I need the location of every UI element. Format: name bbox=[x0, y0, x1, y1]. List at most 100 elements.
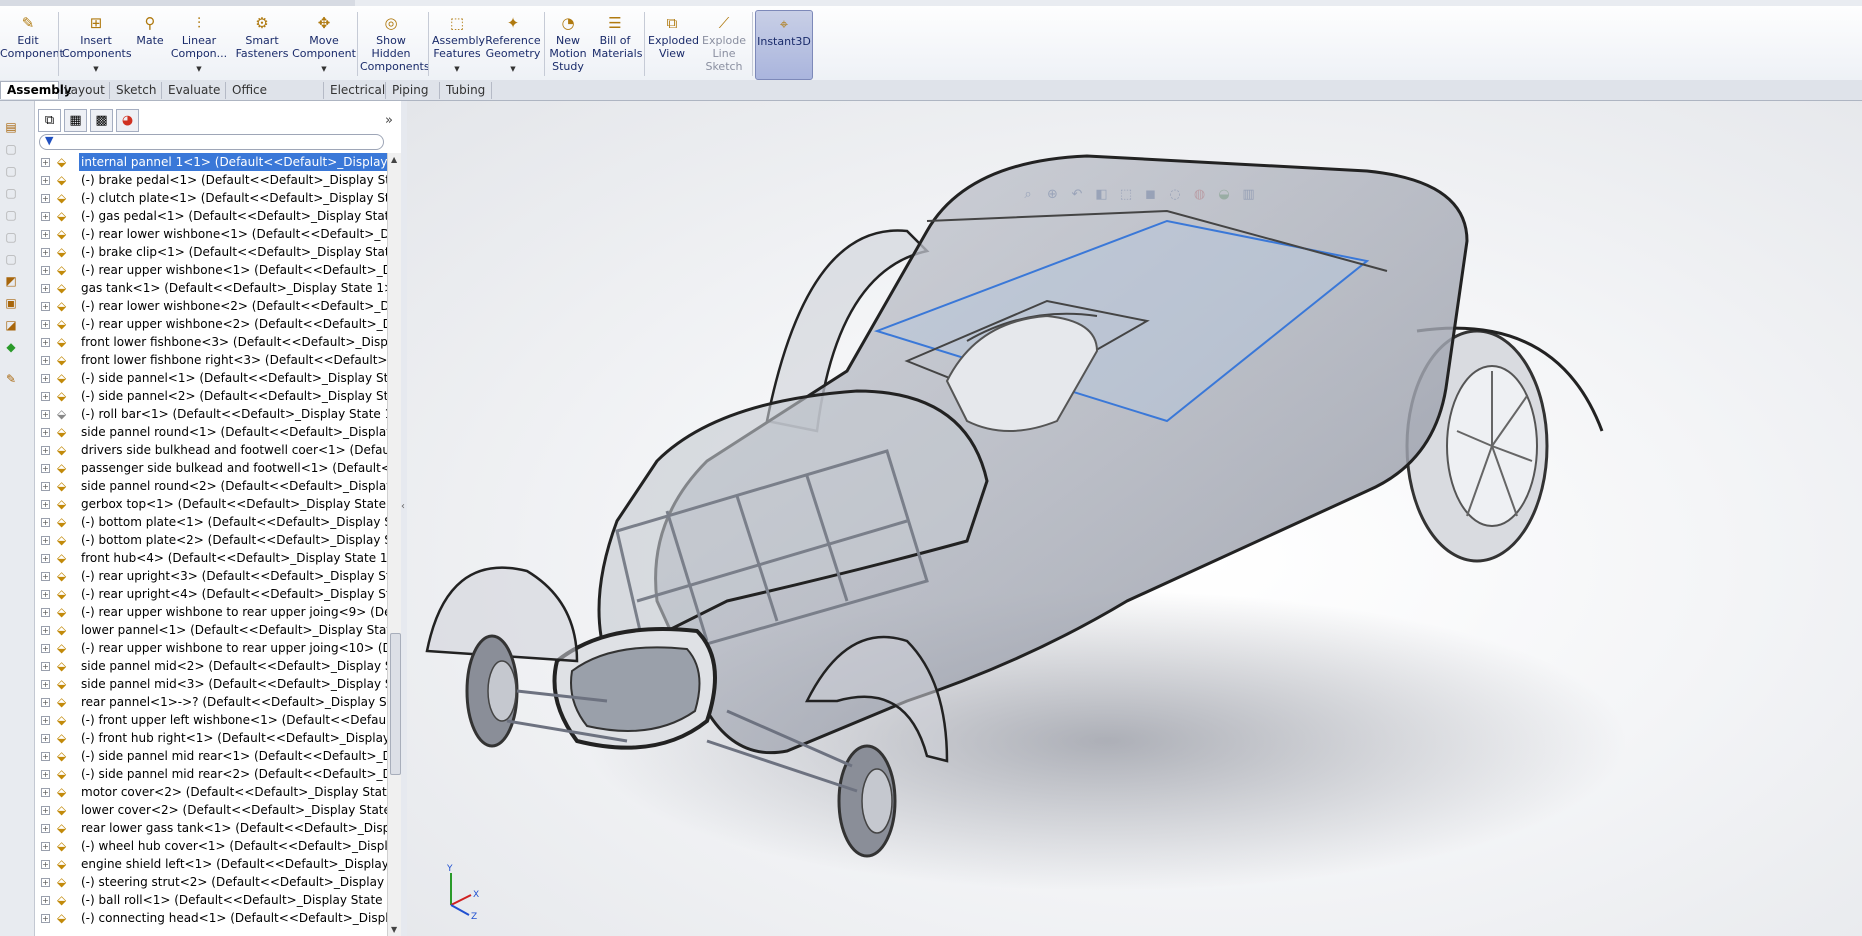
tree-item[interactable]: + ⬙ gerbox top<1> (Default<<Default>_Displ… bbox=[35, 495, 387, 513]
expand-icon[interactable]: + bbox=[41, 626, 50, 635]
tree-item[interactable]: + ⬙ (-) side pannel mid rear<1> (Default<<… bbox=[35, 747, 387, 765]
dropdown-arrow-icon[interactable]: ▼ bbox=[196, 63, 201, 76]
feature-tree-tab-icon[interactable]: ⧉ bbox=[38, 109, 61, 132]
front-left-wheel[interactable] bbox=[425, 566, 579, 748]
expand-icon[interactable]: + bbox=[41, 338, 50, 347]
tree-item[interactable]: + ⬙ lower pannel<1> (Default<<Default>_Dis… bbox=[35, 621, 387, 639]
tree-item[interactable]: + ⬙ (-) rear upper wishbone<2> (Default<<D… bbox=[35, 315, 387, 333]
expand-icon[interactable]: + bbox=[41, 860, 50, 869]
tab-piping[interactable]: Piping bbox=[386, 82, 440, 99]
tool-icon-5[interactable]: ▢ bbox=[3, 207, 19, 223]
expand-icon[interactable]: + bbox=[41, 644, 50, 653]
tree-item[interactable]: + ⬙ (-) brake pedal<1> (Default<<Default>_… bbox=[35, 171, 387, 189]
tree-item[interactable]: + ⬙ (-) front upper left wishbone<1> (Defa… bbox=[35, 711, 387, 729]
tool-icon-4[interactable]: ▢ bbox=[3, 185, 19, 201]
tree-item[interactable]: + ⬙ (-) rear lower wishbone<1> (Default<<D… bbox=[35, 225, 387, 243]
expand-icon[interactable]: + bbox=[41, 608, 50, 617]
expand-icon[interactable]: + bbox=[41, 716, 50, 725]
tree-item[interactable]: + ⬙ side pannel round<1> (Default<<Default… bbox=[35, 423, 387, 441]
tree-item[interactable]: + ⬙ (-) side pannel<1> (Default<<Default>_… bbox=[35, 369, 387, 387]
tree-item[interactable]: + ⬙ (-) brake clip<1> (Default<<Default>_D… bbox=[35, 243, 387, 261]
tree-scrollbar[interactable]: ▲ ▼ bbox=[387, 153, 402, 936]
tree-item[interactable]: + ⬙ (-) roll bar<1> (Default<<Default>_Dis… bbox=[35, 405, 387, 423]
tree-item[interactable]: + ⬙ front lower fishbone<3> (Default<<Defa… bbox=[35, 333, 387, 351]
expand-icon[interactable]: + bbox=[41, 356, 50, 365]
tab-electrical[interactable]: Electrical bbox=[324, 82, 386, 99]
expand-icon[interactable]: + bbox=[41, 410, 50, 419]
expand-icon[interactable]: + bbox=[41, 824, 50, 833]
tree-item[interactable]: + ⬙ rear lower gass tank<1> (Default<<Defa… bbox=[35, 819, 387, 837]
new-motion-study-button[interactable]: ◔ New Motion Study bbox=[548, 10, 588, 78]
move-component-button[interactable]: ✥ Move Component ▼ bbox=[292, 10, 356, 78]
tree-item[interactable]: + ⬙ (-) rear upright<3> (Default<<Default>… bbox=[35, 567, 387, 585]
scroll-down-icon[interactable]: ▼ bbox=[391, 925, 397, 934]
expand-icon[interactable]: + bbox=[41, 698, 50, 707]
tool-icon-3[interactable]: ▢ bbox=[3, 163, 19, 179]
tree-item[interactable]: + ⬙ engine shield left<1> (Default<<Defaul… bbox=[35, 855, 387, 873]
assembly-features-button[interactable]: ⬚ Assembly Features ▼ bbox=[432, 10, 485, 78]
expand-icon[interactable]: + bbox=[41, 446, 50, 455]
expand-icon[interactable]: + bbox=[41, 248, 50, 257]
expand-icon[interactable]: + bbox=[41, 212, 50, 221]
expand-icon[interactable]: + bbox=[41, 176, 50, 185]
tab-tubing[interactable]: Tubing bbox=[440, 82, 492, 99]
tool-icon-8[interactable]: ◩ bbox=[3, 273, 19, 289]
tree-item[interactable]: + ⬙ (-) side pannel mid rear<2> (Default<<… bbox=[35, 765, 387, 783]
tree-item[interactable]: + ⬙ side pannel mid<3> (Default<<Default>_… bbox=[35, 675, 387, 693]
tab-sketch[interactable]: Sketch bbox=[110, 82, 162, 99]
show-hidden-components-button[interactable]: ◎ Show Hidden Components bbox=[360, 10, 430, 78]
tree-item[interactable]: + ⬙ (-) rear upper wishbone to rear upper … bbox=[35, 639, 387, 657]
tree-item[interactable]: + ⬙ side pannel round<2> (Default<<Default… bbox=[35, 477, 387, 495]
exploded-view-button[interactable]: ⧉ Exploded View bbox=[648, 10, 699, 78]
tree-item[interactable]: + ⬙ (-) gas pedal<1> (Default<<Default>_Di… bbox=[35, 207, 387, 225]
tree-item[interactable]: + ⬙ (-) bottom plate<1> (Default<<Default>… bbox=[35, 513, 387, 531]
expand-icon[interactable]: + bbox=[41, 284, 50, 293]
front-grille[interactable] bbox=[552, 627, 717, 750]
tab-layout[interactable]: Layout bbox=[58, 82, 110, 99]
collapse-panel-icon[interactable]: » bbox=[385, 113, 393, 128]
expand-icon[interactable]: + bbox=[41, 302, 50, 311]
expand-icon[interactable]: + bbox=[41, 842, 50, 851]
tree-item[interactable]: + ⬙ front hub<4> (Default<<Default>_Displa… bbox=[35, 549, 387, 567]
expand-icon[interactable]: + bbox=[41, 896, 50, 905]
tab-evaluate[interactable]: Evaluate bbox=[162, 82, 226, 99]
tree-item[interactable]: + ⬙ lower cover<2> (Default<<Default>_Disp… bbox=[35, 801, 387, 819]
instant3d-button[interactable]: ⌖ Instant3D bbox=[755, 10, 813, 80]
tree-item[interactable]: + ⬙ passenger side bulkead and footwell<1>… bbox=[35, 459, 387, 477]
expand-icon[interactable]: + bbox=[41, 662, 50, 671]
tool-icon-12[interactable]: ✎ bbox=[3, 371, 19, 387]
tree-item[interactable]: + ⬙ (-) rear upper wishbone<1> (Default<<D… bbox=[35, 261, 387, 279]
tree-item[interactable]: + ⬙ (-) bottom plate<2> (Default<<Default>… bbox=[35, 531, 387, 549]
tree-item[interactable]: + ⬙ (-) steering strut<2> (Default<<Defaul… bbox=[35, 873, 387, 891]
expand-icon[interactable]: + bbox=[41, 878, 50, 887]
tool-icon-11[interactable]: ◆ bbox=[3, 339, 19, 355]
expand-icon[interactable]: + bbox=[41, 464, 50, 473]
tree-item[interactable]: + ⬙ (-) rear lower wishbone<2> (Default<<D… bbox=[35, 297, 387, 315]
expand-icon[interactable]: + bbox=[41, 770, 50, 779]
expand-icon[interactable]: + bbox=[41, 374, 50, 383]
tree-item[interactable]: + ⬙ rear pannel<1>->? (Default<<Default>_D… bbox=[35, 693, 387, 711]
tree-item[interactable]: + ⬙ (-) ball roll<1> (Default<<Default>_Di… bbox=[35, 891, 387, 909]
explode-line-sketch-button[interactable]: ⟋ Explode Line Sketch bbox=[700, 10, 748, 78]
tree-item[interactable]: + ⬙ motor cover<2> (Default<<Default>_Disp… bbox=[35, 783, 387, 801]
tree-item[interactable]: + ⬙ (-) clutch plate<1> (Default<<Default>… bbox=[35, 189, 387, 207]
expand-icon[interactable]: + bbox=[41, 392, 50, 401]
tool-icon-1[interactable]: ▤ bbox=[3, 119, 19, 135]
display-manager-tab-icon[interactable]: ◕ bbox=[116, 109, 139, 132]
dropdown-arrow-icon[interactable]: ▼ bbox=[454, 63, 459, 76]
expand-icon[interactable]: + bbox=[41, 536, 50, 545]
expand-icon[interactable]: + bbox=[41, 158, 50, 167]
tree-item[interactable]: + ⬙ (-) rear upper wishbone to rear upper … bbox=[35, 603, 387, 621]
tree-item[interactable]: + ⬙ gas tank<1> (Default<<Default>_Display… bbox=[35, 279, 387, 297]
tool-icon-9[interactable]: ▣ bbox=[3, 295, 19, 311]
tab-office-products[interactable]: Office Products bbox=[226, 82, 324, 114]
expand-icon[interactable]: + bbox=[41, 572, 50, 581]
dropdown-arrow-icon[interactable]: ▼ bbox=[510, 63, 515, 76]
tree-item[interactable]: + ⬙ (-) wheel hub cover<1> (Default<<Defau… bbox=[35, 837, 387, 855]
linear-component-pattern-button[interactable]: ⫶ Linear Compon... ▼ bbox=[168, 10, 230, 78]
dropdown-arrow-icon[interactable]: ▼ bbox=[93, 63, 98, 76]
tree-item[interactable]: + ⬙ drivers side bulkhead and footwell coe… bbox=[35, 441, 387, 459]
expand-icon[interactable]: + bbox=[41, 806, 50, 815]
expand-icon[interactable]: + bbox=[41, 320, 50, 329]
configuration-manager-tab-icon[interactable]: ▩ bbox=[90, 109, 113, 132]
